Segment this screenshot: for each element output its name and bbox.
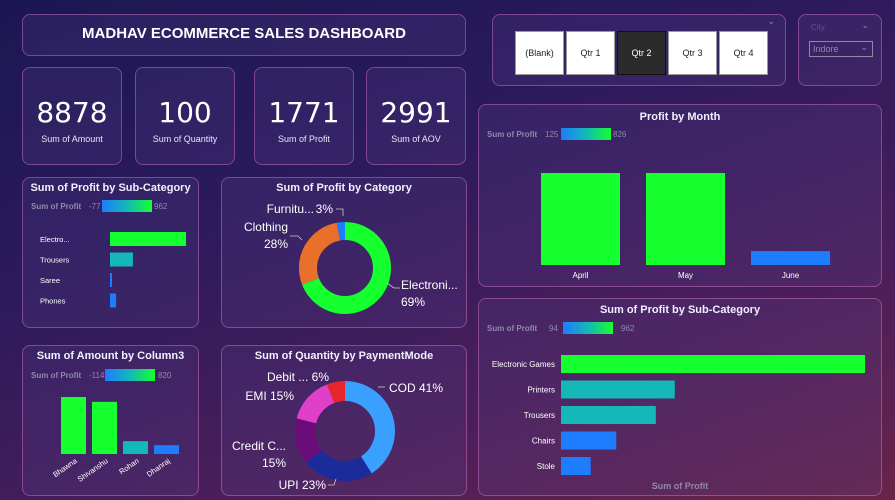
chart-quantity-payment: Sum of Quantity by PaymentMode COD 41% UP…	[221, 345, 467, 496]
slicer-button-qtr2[interactable]: Qtr 2	[617, 31, 666, 75]
tick-label: Printers	[527, 386, 555, 395]
slicer-button-blank[interactable]: (Blank)	[515, 31, 564, 75]
bar	[110, 273, 112, 287]
bar	[751, 251, 830, 265]
kpi-value: 1771	[268, 96, 340, 129]
tick-label: Electro...	[40, 235, 70, 244]
data-label: UPI 23%	[279, 478, 327, 492]
bar	[123, 441, 148, 454]
data-label: Clothing	[244, 220, 288, 234]
bar	[561, 380, 675, 399]
chart-svg: Electro... Trousers Saree Phones	[40, 232, 186, 308]
kpi-card-amount: 8878 Sum of Amount	[22, 67, 122, 165]
slicer-button-qtr4[interactable]: Qtr 4	[719, 31, 768, 75]
bar	[110, 252, 133, 267]
chart-profit-category: Sum of Profit by Category Electroni... 69…	[221, 177, 467, 328]
bar	[561, 406, 656, 424]
city-dropdown[interactable]: Indore ⌄	[809, 41, 873, 57]
tick-label: Chairs	[532, 437, 555, 446]
chart-svg: Electroni... 69% Clothing 28% Furnitu... 3%	[244, 202, 458, 314]
chevron-down-icon: ⌄	[860, 42, 868, 52]
chart-svg: COD 41% UPI 23% Credit C... 15% EMI 15% Debit…	[232, 370, 443, 492]
kpi-value: 100	[158, 96, 212, 129]
bar	[646, 173, 725, 265]
x-axis-label: Sum of Profit	[651, 481, 709, 491]
tick-label: April	[572, 271, 588, 280]
bar	[561, 355, 865, 373]
bar	[110, 232, 186, 246]
kpi-card-profit: 1771 Sum of Profit	[254, 67, 354, 165]
header-panel: MADHAV ECOMMERCE SALES DASHBOARD	[22, 14, 466, 56]
kpi-label: Sum of AOV	[391, 134, 441, 144]
kpi-label: Sum of Amount	[41, 134, 103, 144]
slicer-button-qtr1[interactable]: Qtr 1	[566, 31, 615, 75]
page-title: MADHAV ECOMMERCE SALES DASHBOARD	[82, 25, 406, 42]
data-label: 3%	[316, 202, 334, 216]
slicer-button-qtr3[interactable]: Qtr 3	[668, 31, 717, 75]
bar	[154, 445, 179, 454]
data-label: 28%	[264, 237, 288, 251]
chart-svg: BhawnaShivanshu Rohan Dhanraj	[51, 397, 179, 484]
kpi-value: 8878	[36, 96, 108, 129]
chart-profit-subcategory-large: Sum of Profit by Sub-Category Sum of Pro…	[478, 298, 882, 496]
city-slicer: City ⌄ Indore ⌄	[798, 14, 882, 86]
tick-label: Stole	[537, 462, 556, 471]
tick-label: May	[678, 271, 693, 280]
data-label: Furnitu...	[267, 202, 314, 216]
tick-label: Rohan	[117, 456, 140, 476]
chart-svg: April May June	[541, 173, 830, 280]
data-label: Electroni...	[401, 278, 458, 292]
data-label: EMI 15%	[245, 389, 294, 403]
data-label: 69%	[401, 295, 425, 309]
chart-profit-month: Profit by Month Sum of Profit 125 826 Ap…	[478, 104, 882, 287]
chevron-down-icon[interactable]: ⌄	[767, 17, 775, 27]
kpi-card-aov: 2991 Sum of AOV	[366, 67, 466, 165]
data-label: 15%	[262, 456, 286, 470]
kpi-label: Sum of Profit	[277, 134, 331, 144]
kpi-value: 2991	[380, 96, 452, 129]
tick-label: Trousers	[40, 256, 70, 265]
tick-label: Saree	[40, 276, 60, 285]
tick-label: Trousers	[524, 411, 555, 420]
chart-amount-column3: Sum of Amount by Column3 Sum of Profit -…	[22, 345, 199, 496]
kpi-card-quantity: 100 Sum of Quantity	[135, 67, 235, 165]
kpi-label: Sum of Quantity	[152, 134, 218, 144]
chevron-down-icon[interactable]: ⌄	[861, 21, 869, 31]
bar	[561, 457, 591, 475]
city-dropdown-value: Indore	[813, 44, 839, 54]
chart-profit-subcategory-small: Sum of Profit by Sub-Category Sum of Pro…	[22, 177, 199, 328]
data-label: Debit ... 6%	[267, 370, 329, 384]
bar	[92, 401, 117, 454]
leader-line	[386, 282, 400, 289]
tick-label: Dhanraj	[145, 456, 172, 479]
chart-svg: Electronic Games Printers Trousers Chairs St…	[492, 355, 865, 475]
bar	[110, 293, 117, 308]
leader-line	[290, 235, 303, 241]
tick-label: Phones	[40, 297, 66, 306]
bar	[541, 173, 620, 265]
leader-line	[336, 208, 344, 216]
data-label: COD 41%	[389, 381, 443, 395]
city-slicer-label: City	[811, 23, 825, 32]
tick-label: Shivanshu	[76, 456, 110, 483]
tick-label: June	[782, 271, 800, 280]
tick-label: Electronic Games	[492, 360, 555, 369]
quarter-slicer: ⌄ (Blank) Qtr 1 Qtr 2 Qtr 3 Qtr 4	[492, 14, 786, 86]
bar	[561, 431, 617, 450]
data-label: Credit C...	[232, 439, 286, 453]
bar	[61, 397, 86, 454]
